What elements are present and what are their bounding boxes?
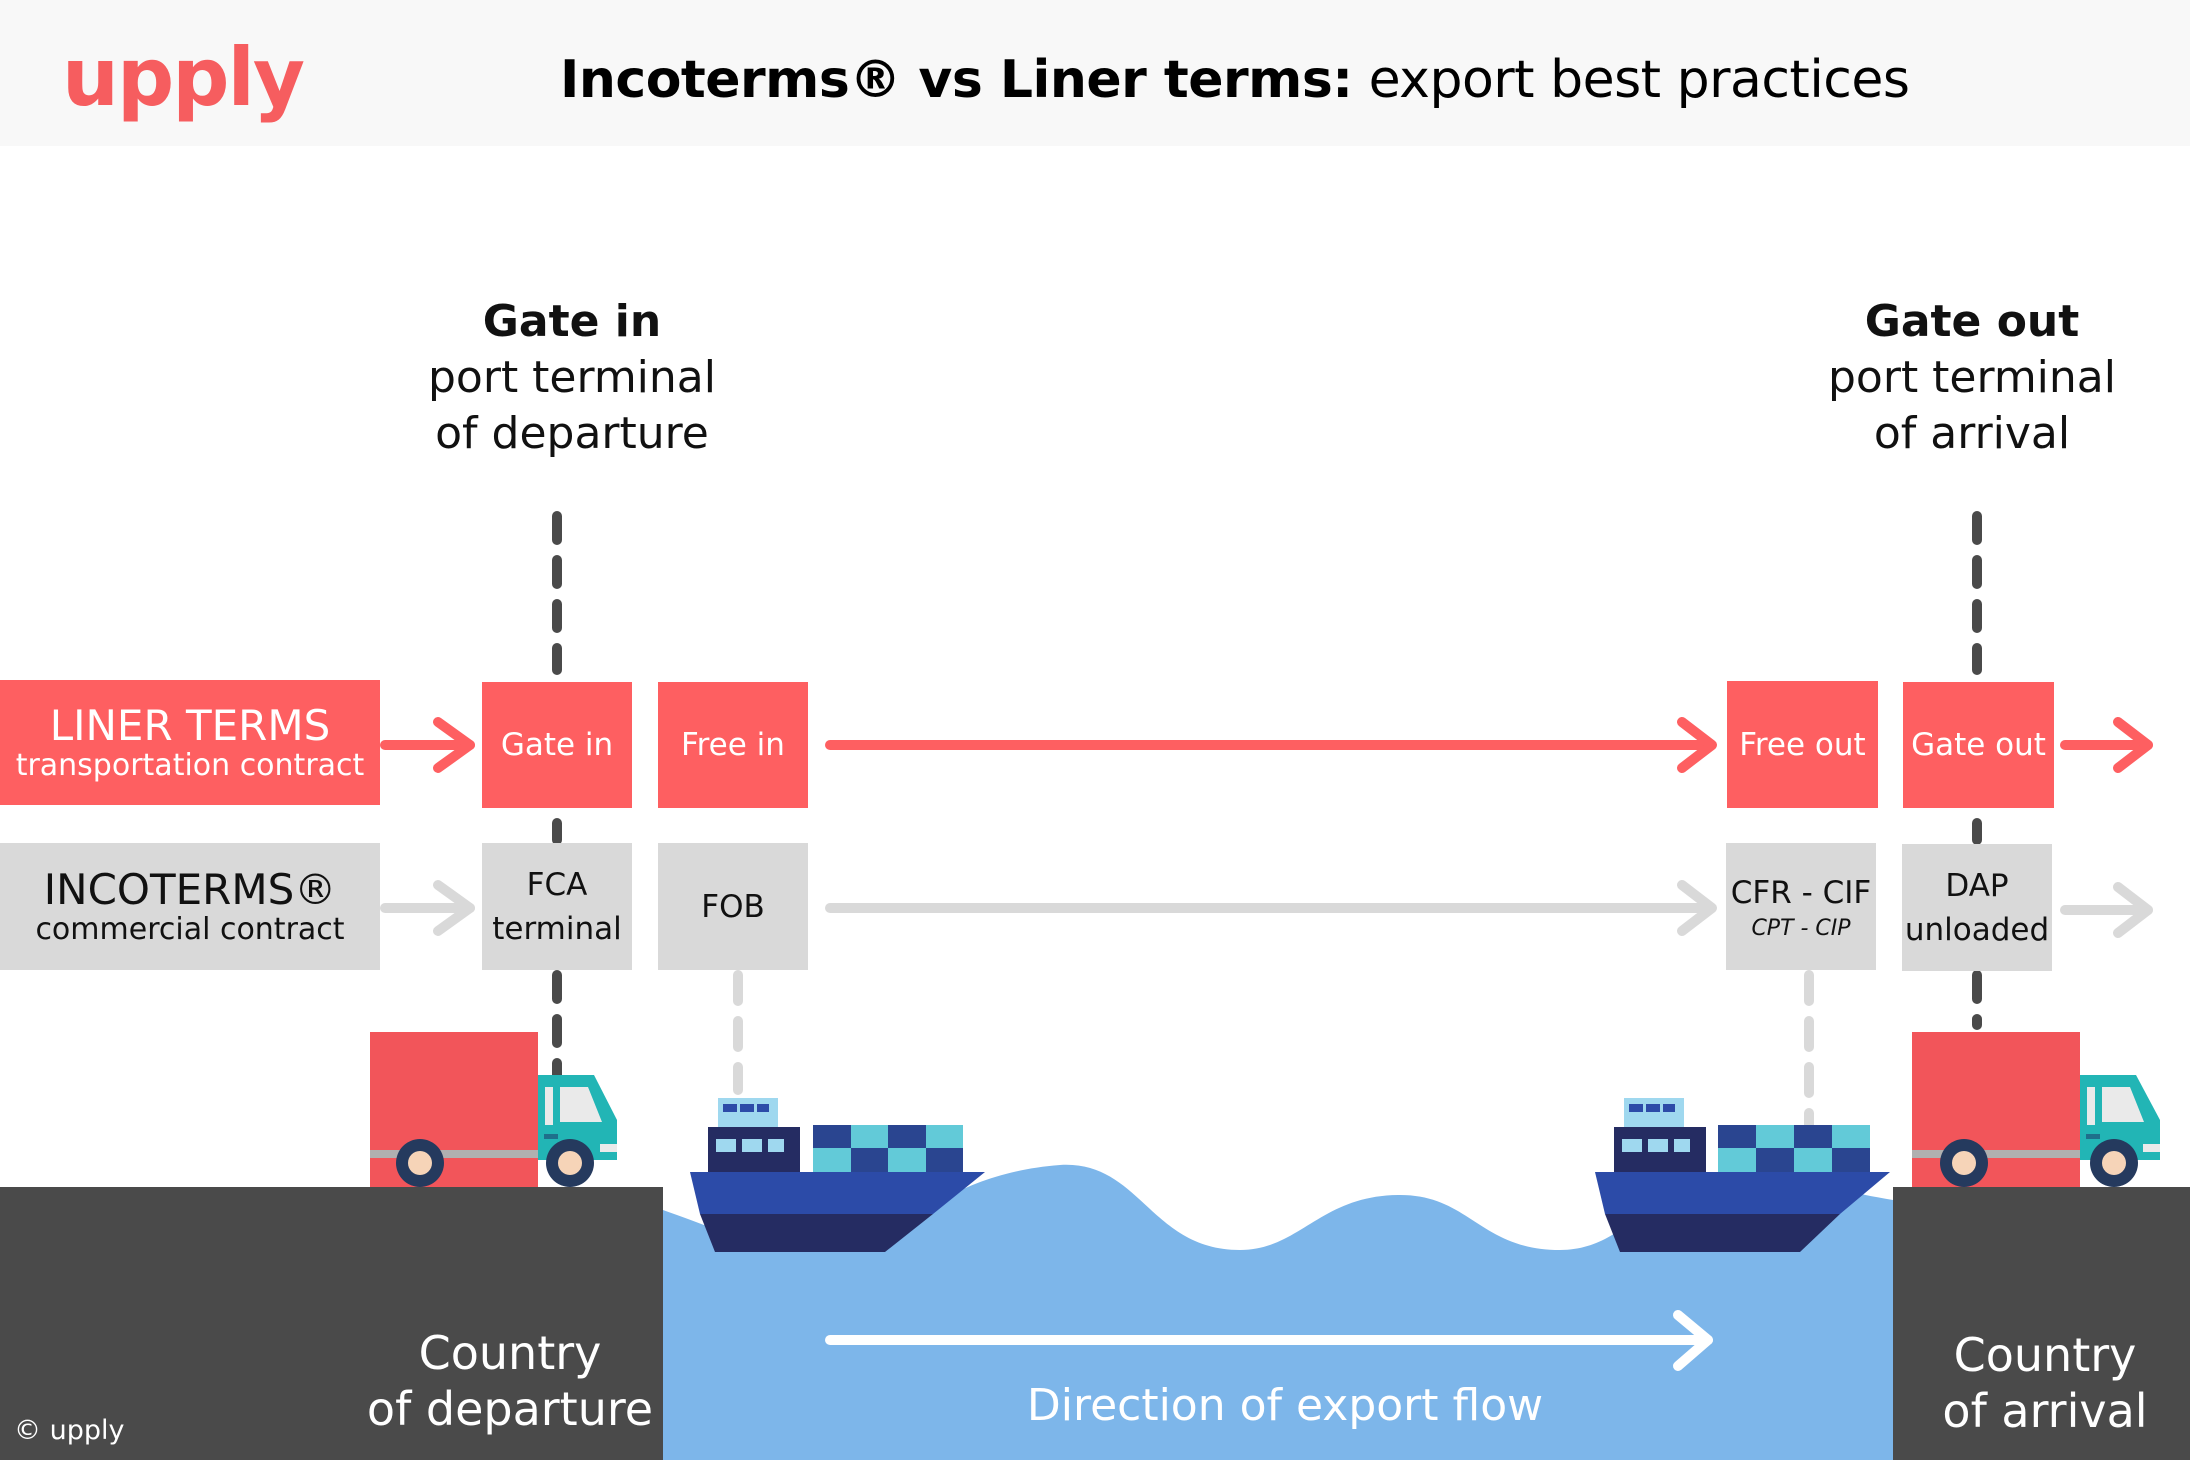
- liner-cell-free-out-text: Free out: [1739, 726, 1866, 763]
- country-arrival-label: Country of arrival: [1900, 1327, 2190, 1439]
- liner-terms-title: LINER TERMS: [49, 700, 331, 750]
- incoterms-cell-fob-line1: FOB: [701, 888, 765, 925]
- liner-terms-label: LINER TERMS transportation contract: [0, 680, 380, 805]
- liner-cell-gate-in-text: Gate in: [500, 727, 614, 763]
- liner-cell-free-in: Free in: [658, 682, 808, 808]
- liner-terms-subtitle: transportation contract: [15, 747, 365, 783]
- incoterms-cell-fob: FOB: [658, 843, 808, 970]
- incoterms-cell-fca: FCA terminal: [482, 843, 632, 970]
- incoterms-cell-cfr-cif: CFR - CIF CPT - CIP: [1726, 843, 1876, 970]
- incoterms-title: INCOTERMS®: [43, 864, 337, 914]
- incoterms-cell-dap-line2: unloaded: [1904, 911, 2050, 948]
- liner-cell-free-out: Free out: [1727, 681, 1878, 808]
- truck-departure-icon: [370, 1032, 617, 1187]
- truck-arrival-icon: [1912, 1032, 2160, 1187]
- incoterms-cell-dap-line1: DAP: [1945, 867, 2009, 904]
- incoterms-label: INCOTERMS® commercial contract: [0, 843, 380, 970]
- liner-cell-gate-in: Gate in: [482, 682, 632, 808]
- country-arrival-line2: of arrival: [1942, 1384, 2148, 1438]
- liner-cell-gate-out-text: Gate out: [1911, 727, 2046, 763]
- incoterms-subtitle: commercial contract: [35, 911, 345, 947]
- country-departure-label: Country of departure: [360, 1325, 660, 1437]
- incoterms-cell-cfr-cif-line1: CFR - CIF: [1730, 874, 1872, 911]
- country-departure-line1: Country: [418, 1326, 602, 1380]
- copyright-text: © upply: [14, 1415, 125, 1446]
- country-departure-line2: of departure: [366, 1382, 654, 1436]
- incoterms-cell-dap: DAP unloaded: [1902, 844, 2052, 971]
- incoterms-cell-fca-line1: FCA: [526, 866, 588, 903]
- liner-cell-free-in-text: Free in: [681, 727, 785, 763]
- incoterms-cell-cpt-cip-line2: CPT - CIP: [1751, 915, 1851, 941]
- liner-cell-gate-out: Gate out: [1903, 682, 2054, 808]
- export-flow-label: Direction of export flow: [1026, 1380, 1544, 1431]
- incoterms-cell-fca-line2: terminal: [492, 910, 622, 947]
- country-arrival-line1: Country: [1953, 1328, 2137, 1382]
